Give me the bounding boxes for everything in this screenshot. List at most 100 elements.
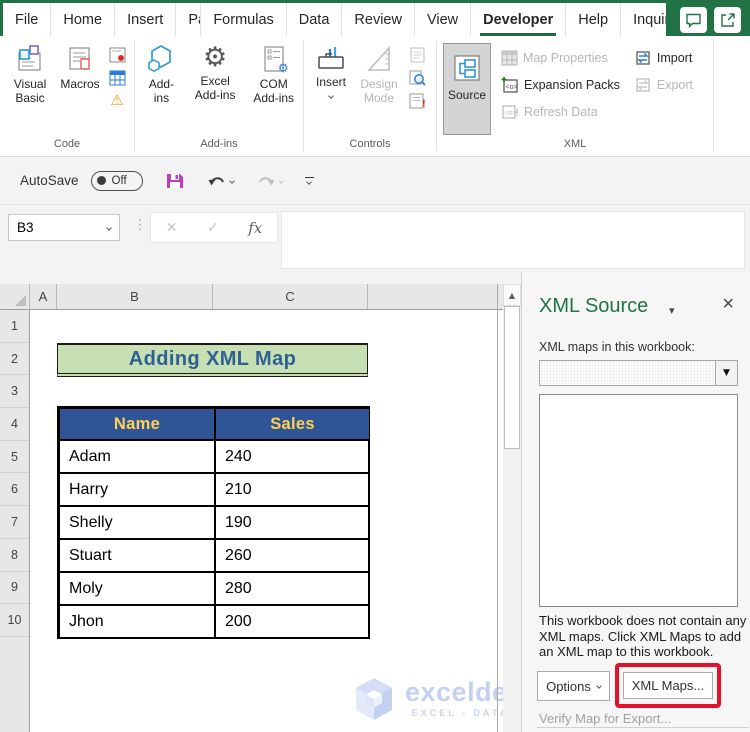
tab-file[interactable]: File <box>3 3 50 36</box>
select-all-corner[interactable] <box>0 284 30 309</box>
pane-close-icon[interactable]: × <box>722 294 734 314</box>
column-header-b[interactable]: B <box>57 284 213 309</box>
export-icon <box>636 78 650 92</box>
run-dialog-icon[interactable]: ! <box>409 93 426 109</box>
name-box-dropdown-icon[interactable] <box>106 224 112 231</box>
table-cell-sales[interactable]: 200 <box>215 605 370 639</box>
xml-maps-combobox[interactable]: ▼ <box>539 360 738 386</box>
verify-map-link[interactable]: Verify Map for Export... <box>539 711 671 726</box>
autosave-state: Off <box>111 174 127 187</box>
tab-page-layout[interactable]: Page Layout <box>175 3 200 36</box>
row-header-6[interactable]: 6 <box>0 473 29 507</box>
table-cell-name[interactable]: Moly <box>59 572 215 606</box>
record-macro-icon[interactable] <box>109 47 126 63</box>
expansion-packs-icon: <o> <box>501 77 518 93</box>
enter-icon[interactable]: ✓ <box>207 220 219 236</box>
macro-security-icon[interactable]: ⚠ <box>110 93 123 108</box>
insert-control-button[interactable]: Insert <box>308 41 354 99</box>
table-cell-name[interactable]: Jhon <box>59 605 215 639</box>
com-addins-button[interactable]: ⚙ COM Add-ins <box>246 41 301 105</box>
insert-dropdown-icon[interactable] <box>328 92 334 99</box>
row-header-9[interactable]: 9 <box>0 572 29 605</box>
worksheet-title-cell[interactable]: Adding XML Map <box>57 343 368 377</box>
table-cell-name[interactable]: Harry <box>59 473 215 507</box>
undo-dropdown-icon[interactable] <box>228 177 235 184</box>
group-label-addins: Add-ins <box>200 138 238 150</box>
autosave-toggle[interactable]: Off <box>90 170 143 191</box>
map-properties-label: Map Properties <box>523 50 608 65</box>
table-cell-sales[interactable]: 210 <box>215 473 370 507</box>
row-header-3[interactable]: 3 <box>0 375 29 409</box>
table-cell-sales[interactable]: 240 <box>215 440 370 474</box>
row-header-4[interactable]: 4 <box>0 408 29 441</box>
tab-review[interactable]: Review <box>341 3 414 36</box>
save-icon <box>166 173 183 188</box>
excel-addins-label: Excel Add-ins <box>194 74 236 102</box>
export-button[interactable]: Export <box>634 75 693 94</box>
formula-input[interactable] <box>281 211 745 269</box>
share-button[interactable] <box>714 6 741 33</box>
row-header-5[interactable]: 5 <box>0 441 29 474</box>
options-button[interactable]: Options <box>537 671 610 701</box>
table-cell-name[interactable]: Adam <box>59 440 215 474</box>
undo-button[interactable] <box>207 173 235 189</box>
visual-basic-button[interactable]: Visual Basic <box>4 41 56 105</box>
design-mode-button[interactable]: Design Mode <box>354 41 404 105</box>
scroll-up-button[interactable]: ▲ <box>503 284 521 306</box>
excel-addins-button[interactable]: ⚙ Excel Add-ins <box>188 41 243 102</box>
table-cell-name[interactable]: Stuart <box>59 539 215 573</box>
expansion-packs-button[interactable]: <o> Expansion Packs <box>501 75 620 94</box>
tab-developer[interactable]: Developer <box>470 3 565 36</box>
options-dropdown-icon <box>596 683 602 689</box>
combobox-dropdown-icon: ▼ <box>723 368 730 378</box>
table-cell-sales[interactable]: 280 <box>215 572 370 606</box>
customize-qat-button[interactable] <box>304 177 314 185</box>
relative-references-icon[interactable] <box>109 70 126 86</box>
row-header-7[interactable]: 7 <box>0 506 29 539</box>
row-header-2[interactable]: 2 <box>0 343 29 376</box>
tab-home[interactable]: Home <box>50 3 114 36</box>
scrollbar-thumb[interactable] <box>504 306 520 449</box>
com-addins-label: COM Add-ins <box>253 77 295 105</box>
visual-basic-label: Visual Basic <box>13 77 47 105</box>
source-button[interactable]: Source <box>443 43 491 135</box>
table-cell-sales[interactable]: 190 <box>215 506 370 540</box>
vertical-scrollbar[interactable]: ▲ <box>503 284 521 732</box>
tab-view[interactable]: View <box>413 3 470 36</box>
xml-maps-button[interactable]: XML Maps... <box>623 672 713 699</box>
save-button[interactable] <box>165 171 185 191</box>
addins-button[interactable]: Add-ins <box>139 41 184 105</box>
tab-data[interactable]: Data <box>285 3 342 36</box>
tab-help[interactable]: Help <box>565 3 620 36</box>
map-properties-button[interactable]: Map Properties <box>501 48 620 67</box>
table-header-sales[interactable]: Sales <box>215 408 370 440</box>
macros-button[interactable]: Macros <box>56 41 104 92</box>
insert-function-icon[interactable]: fx <box>248 219 262 237</box>
redo-dropdown-icon[interactable] <box>277 177 284 184</box>
name-box[interactable]: B3 <box>8 214 120 241</box>
select-all-icon <box>15 295 26 306</box>
table-cell-name[interactable]: Shelly <box>59 506 215 540</box>
row-header-1[interactable]: 1 <box>0 310 29 343</box>
redo-button[interactable] <box>256 173 284 189</box>
xml-maps-listbox[interactable] <box>539 394 738 607</box>
control-properties-icon[interactable] <box>410 47 425 63</box>
column-header-a[interactable]: A <box>30 284 57 309</box>
column-header-blank[interactable] <box>368 284 503 309</box>
refresh-data-button[interactable]: <o> ! Refresh Data <box>501 102 620 121</box>
import-button[interactable]: Import <box>634 48 693 67</box>
pane-title-dropdown-icon[interactable]: ▾ <box>669 304 675 317</box>
view-code-icon[interactable] <box>409 70 426 86</box>
table-cell-sales[interactable]: 260 <box>215 539 370 573</box>
row-header-8[interactable]: 8 <box>0 539 29 572</box>
options-label: Options <box>546 678 591 694</box>
table-header-name[interactable]: Name <box>59 408 215 440</box>
comments-button[interactable] <box>680 6 707 33</box>
tab-insert[interactable]: Insert <box>114 3 175 36</box>
export-label: Export <box>656 77 694 92</box>
row-header-10[interactable]: 10 <box>0 604 29 637</box>
cancel-icon[interactable]: ✕ <box>166 220 178 236</box>
combobox-dropdown-button[interactable]: ▼ <box>715 361 737 385</box>
column-header-c[interactable]: C <box>213 284 368 309</box>
tab-formulas[interactable]: Formulas <box>200 3 285 36</box>
